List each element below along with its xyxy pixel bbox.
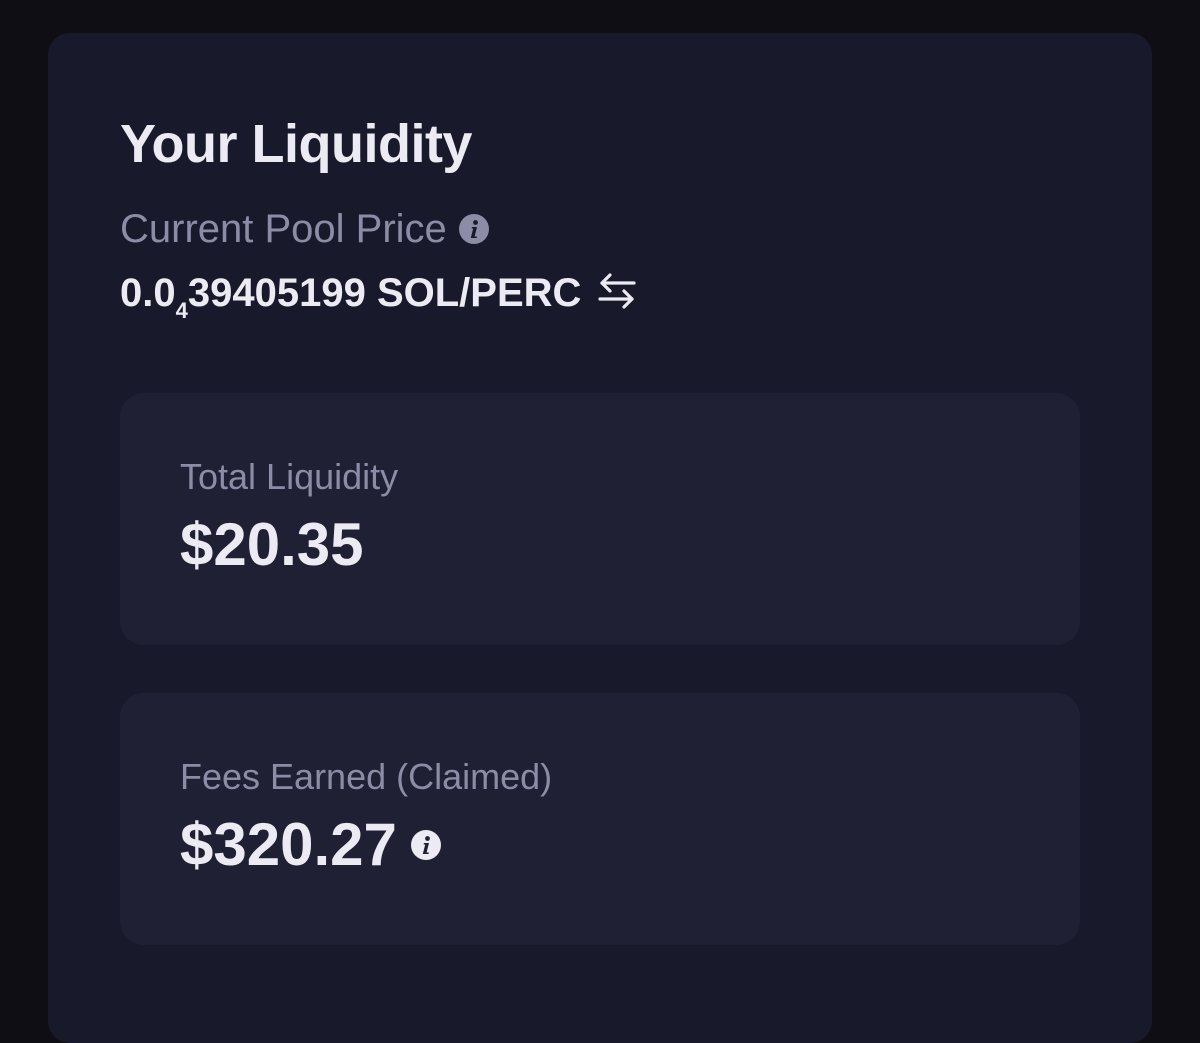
pool-price-label: Current Pool Price bbox=[120, 207, 447, 251]
panel-title: Your Liquidity bbox=[120, 114, 472, 174]
total-liquidity-label: Total Liquidity bbox=[180, 456, 399, 497]
swap-price-direction-button[interactable] bbox=[597, 271, 637, 314]
total-liquidity-value-row: $20.35 bbox=[180, 515, 364, 575]
info-icon[interactable] bbox=[458, 214, 489, 244]
fees-earned-value-row: $320.27 bbox=[180, 815, 441, 875]
pool-price-value: 0.0439405199 SOL/PERC bbox=[120, 270, 582, 322]
fees-earned-card: Fees Earned (Claimed) $320.27 bbox=[120, 693, 1080, 945]
fees-earned-value: $320.27 bbox=[180, 811, 397, 878]
pool-price-prefix: 0.0 bbox=[120, 270, 176, 315]
your-liquidity-panel: Your Liquidity Current Pool Price 0.0439… bbox=[48, 33, 1152, 1043]
pool-price-zero-count: 4 bbox=[175, 297, 188, 323]
info-icon[interactable] bbox=[410, 830, 441, 860]
pool-price-row: 0.0439405199 SOL/PERC bbox=[120, 270, 637, 322]
pool-price-suffix: 39405199 SOL/PERC bbox=[187, 270, 582, 315]
fees-earned-label: Fees Earned (Claimed) bbox=[180, 756, 553, 797]
swap-arrows-icon bbox=[597, 271, 637, 314]
total-liquidity-value: $20.35 bbox=[180, 511, 364, 578]
pool-price-label-row: Current Pool Price bbox=[120, 209, 489, 249]
total-liquidity-card: Total Liquidity $20.35 bbox=[120, 393, 1080, 645]
